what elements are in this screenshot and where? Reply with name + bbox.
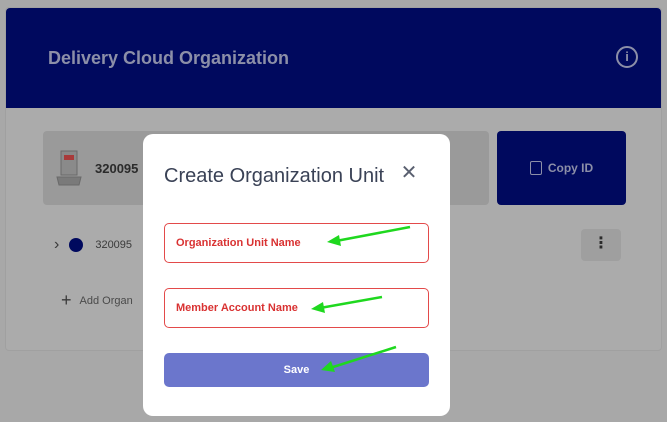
card-header: Delivery Cloud Organization i (6, 8, 661, 108)
copy-id-button[interactable]: Copy ID (497, 131, 626, 205)
info-icon[interactable]: i (616, 46, 638, 68)
copy-icon (529, 161, 542, 175)
plus-icon: + (61, 290, 72, 310)
building-icon (56, 150, 82, 186)
more-options-button[interactable]: ⋮ (581, 229, 621, 261)
create-organization-unit-modal: Create Organization Unit ✕ Organization … (143, 134, 450, 416)
add-organization-label: Add Organ (79, 294, 133, 307)
page-title: Delivery Cloud Organization (48, 48, 290, 68)
member-account-name-field[interactable]: Member Account Name (164, 288, 429, 328)
member-account-name-placeholder: Member Account Name (176, 302, 298, 314)
tree-item-id: 320095 (95, 239, 133, 251)
organization-unit-name-placeholder: Organization Unit Name (176, 237, 301, 249)
add-organization-button[interactable]: + Add Organ (61, 290, 133, 311)
close-icon[interactable]: ✕ (399, 163, 419, 183)
status-dot (69, 238, 84, 252)
copy-id-label: Copy ID (547, 161, 594, 175)
chevron-right-icon[interactable]: › (54, 236, 59, 254)
organization-unit-name-field[interactable]: Organization Unit Name (164, 223, 429, 263)
tree-row[interactable]: › 320095 (54, 235, 132, 255)
selected-organization-id: 320095 (95, 161, 139, 176)
modal-title: Create Organization Unit (164, 165, 385, 187)
page: Delivery Cloud Organization i 320095 Cop… (0, 0, 667, 422)
save-button[interactable]: Save (164, 353, 429, 387)
